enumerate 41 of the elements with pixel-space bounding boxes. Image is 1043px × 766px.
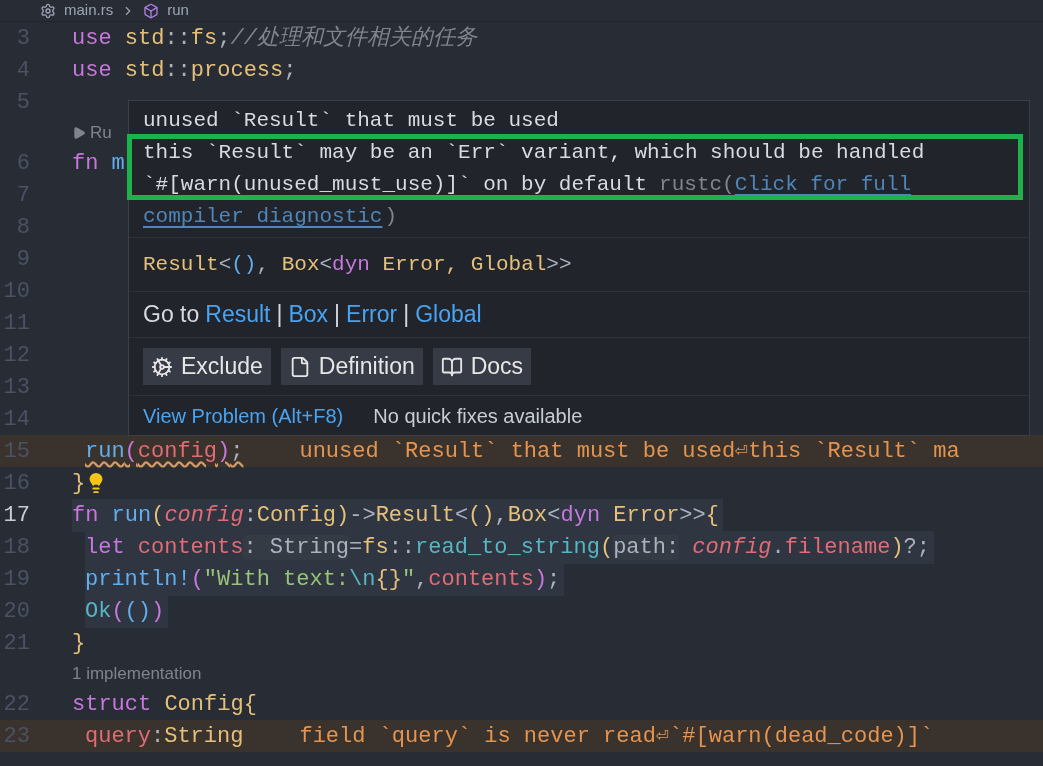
hover-action-button[interactable]: Exclude [143, 348, 271, 385]
goto-label: Go to [143, 300, 200, 330]
code-line: } [72, 629, 87, 658]
line-number: 17 [2, 501, 30, 530]
diagnostic-link[interactable]: Click for full [734, 173, 912, 196]
diagnostic-link[interactable]: compiler diagnostic [143, 205, 383, 228]
diagnostic-message: unused `Result` that must be used [143, 109, 559, 132]
gear-file-icon [40, 2, 56, 19]
hover-action-button[interactable]: Definition [280, 348, 423, 385]
goto-link[interactable]: Error [346, 297, 398, 332]
codelens-link[interactable]: Ru [90, 119, 112, 146]
cube-icon [143, 2, 160, 19]
book-icon [440, 355, 463, 378]
code-line: query:String [85, 722, 245, 751]
code-line: use std::fs;//处理和文件相关的任务 [72, 24, 479, 53]
goto-link[interactable]: Global [415, 297, 482, 332]
inline-diagnostic: unused `Result` that must be used⏎this `Result` ma [299, 437, 960, 466]
separator: | [403, 300, 410, 330]
breadcrumb-item[interactable]: main.rs [64, 0, 114, 22]
separator: | [276, 300, 283, 330]
type-signature: Result<(), Box<dyn Error, Global>> [143, 251, 572, 278]
inline-diagnostic: field `query` is never read⏎`#[warn(dead_code)]` [299, 722, 934, 751]
breadcrumb-item[interactable]: run [167, 0, 189, 22]
codelens-link[interactable]: 1 implementation [72, 660, 202, 687]
code-line: fn m [72, 149, 126, 178]
quick-fix-note: No quick fixes available [373, 403, 583, 429]
separator: | [334, 300, 341, 330]
code-line: struct Config{ [72, 690, 258, 719]
code-line: use std::process; [72, 56, 298, 85]
code-line: } [72, 469, 87, 498]
diagnostic-source: rustc( [659, 173, 735, 196]
diagnostic-message: `#[warn(unused_must_use)]` on by default [143, 173, 648, 196]
play-icon[interactable] [72, 125, 86, 140]
goto-link[interactable]: Box [288, 297, 329, 332]
diagnostic-message: this `Result` may be an `Err` variant, which should be handled [143, 141, 925, 164]
view-problem-link[interactable]: View Problem (Alt+F8) [143, 400, 344, 431]
gear-icon [151, 355, 173, 378]
goto-link[interactable]: Result [205, 297, 271, 332]
code-line: run(config); [85, 437, 245, 466]
closing-paren: ) [383, 205, 398, 228]
hover-action-button[interactable]: Docs [432, 348, 532, 385]
